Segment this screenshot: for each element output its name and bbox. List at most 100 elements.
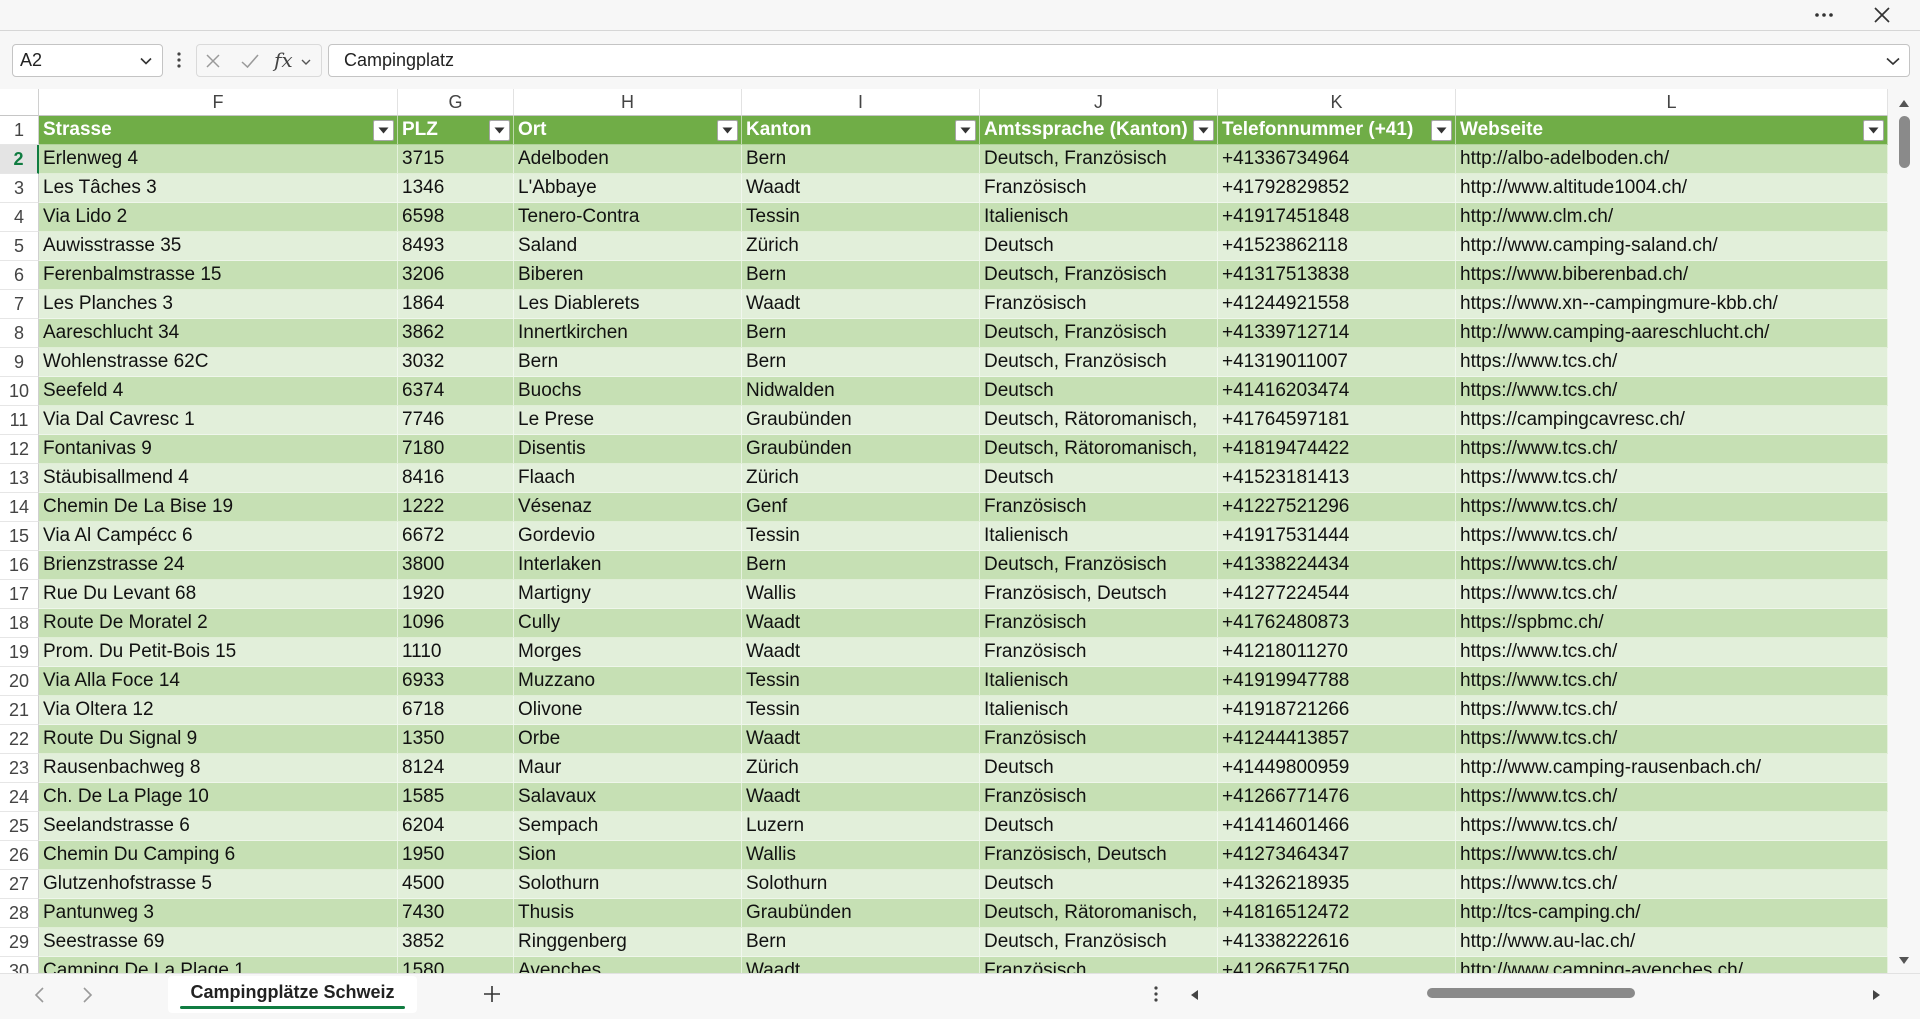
- row-header[interactable]: 7: [0, 290, 39, 319]
- cell-l23[interactable]: http://www.camping-rausenbach.ch/: [1456, 754, 1888, 783]
- cell-k17[interactable]: +41277224544: [1218, 580, 1456, 609]
- name-box[interactable]: A2: [12, 44, 163, 77]
- chevron-right-icon[interactable]: [79, 986, 95, 1004]
- cell-h3[interactable]: L'Abbaye: [514, 174, 742, 203]
- cell-g23[interactable]: 8124: [398, 754, 514, 783]
- table-header-cell[interactable]: Webseite: [1456, 116, 1888, 145]
- cell-i5[interactable]: Zürich: [742, 232, 980, 261]
- cell-f7[interactable]: Les Planches 3: [39, 290, 398, 319]
- cell-g16[interactable]: 3800: [398, 551, 514, 580]
- cell-j15[interactable]: Italienisch: [980, 522, 1218, 551]
- cell-h2[interactable]: Adelboden: [514, 145, 742, 174]
- checkmark-icon[interactable]: [240, 52, 260, 70]
- cell-f11[interactable]: Via Dal Cavresc 1: [39, 406, 398, 435]
- cell-l11[interactable]: https://campingcavresc.ch/: [1456, 406, 1888, 435]
- table-header-cell[interactable]: Kanton: [742, 116, 980, 145]
- cell-h16[interactable]: Interlaken: [514, 551, 742, 580]
- row-header[interactable]: 17: [0, 580, 39, 609]
- row-header[interactable]: 11: [0, 406, 39, 435]
- cell-l7[interactable]: https://www.xn--campingmure-kbb.ch/: [1456, 290, 1888, 319]
- row-header[interactable]: 21: [0, 696, 39, 725]
- cell-l10[interactable]: https://www.tcs.ch/: [1456, 377, 1888, 406]
- cell-g13[interactable]: 8416: [398, 464, 514, 493]
- cell-f14[interactable]: Chemin De La Bise 19: [39, 493, 398, 522]
- column-header-f[interactable]: F: [39, 89, 398, 116]
- cell-i29[interactable]: Bern: [742, 928, 980, 957]
- cell-h14[interactable]: Vésenaz: [514, 493, 742, 522]
- row-header[interactable]: 22: [0, 725, 39, 754]
- cell-l13[interactable]: https://www.tcs.ch/: [1456, 464, 1888, 493]
- cell-i11[interactable]: Graubünden: [742, 406, 980, 435]
- cell-l30[interactable]: http://www.camping-avenches.ch/: [1456, 957, 1888, 973]
- chevron-left-icon[interactable]: [32, 986, 48, 1004]
- cell-f5[interactable]: Auwisstrasse 35: [39, 232, 398, 261]
- more-horizontal-icon[interactable]: [1812, 3, 1836, 27]
- cell-k21[interactable]: +41918721266: [1218, 696, 1456, 725]
- cell-l17[interactable]: https://www.tcs.ch/: [1456, 580, 1888, 609]
- vertical-scroll-thumb[interactable]: [1899, 116, 1910, 168]
- cell-j8[interactable]: Deutsch, Französisch: [980, 319, 1218, 348]
- cell-k6[interactable]: +41317513838: [1218, 261, 1456, 290]
- cell-f27[interactable]: Glutzenhofstrasse 5: [39, 870, 398, 899]
- cell-h22[interactable]: Orbe: [514, 725, 742, 754]
- cell-k14[interactable]: +41227521296: [1218, 493, 1456, 522]
- cell-j12[interactable]: Deutsch, Rätoromanisch,: [980, 435, 1218, 464]
- cell-l25[interactable]: https://www.tcs.ch/: [1456, 812, 1888, 841]
- cell-j21[interactable]: Italienisch: [980, 696, 1218, 725]
- row-header[interactable]: 10: [0, 377, 39, 406]
- cell-i9[interactable]: Bern: [742, 348, 980, 377]
- cell-k15[interactable]: +41917531444: [1218, 522, 1456, 551]
- close-icon[interactable]: [1870, 3, 1894, 27]
- cell-k25[interactable]: +41414601466: [1218, 812, 1456, 841]
- row-header[interactable]: 26: [0, 841, 39, 870]
- cell-j3[interactable]: Französisch: [980, 174, 1218, 203]
- cell-i4[interactable]: Tessin: [742, 203, 980, 232]
- cell-k8[interactable]: +41339712714: [1218, 319, 1456, 348]
- cell-j2[interactable]: Deutsch, Französisch: [980, 145, 1218, 174]
- row-header[interactable]: 3: [0, 174, 39, 203]
- row-header[interactable]: 16: [0, 551, 39, 580]
- cell-g12[interactable]: 7180: [398, 435, 514, 464]
- cell-f9[interactable]: Wohlenstrasse 62C: [39, 348, 398, 377]
- cell-j23[interactable]: Deutsch: [980, 754, 1218, 783]
- cell-i2[interactable]: Bern: [742, 145, 980, 174]
- cell-f21[interactable]: Via Oltera 12: [39, 696, 398, 725]
- cell-h13[interactable]: Flaach: [514, 464, 742, 493]
- cell-f18[interactable]: Route De Moratel 2: [39, 609, 398, 638]
- cell-h6[interactable]: Biberen: [514, 261, 742, 290]
- cell-j28[interactable]: Deutsch, Rätoromanisch,: [980, 899, 1218, 928]
- cell-k5[interactable]: +41523862118: [1218, 232, 1456, 261]
- cell-f24[interactable]: Ch. De La Plage 10: [39, 783, 398, 812]
- cell-j14[interactable]: Französisch: [980, 493, 1218, 522]
- cell-f15[interactable]: Via Al Campécc 6: [39, 522, 398, 551]
- cell-f13[interactable]: Stäubisallmend 4: [39, 464, 398, 493]
- cell-l14[interactable]: https://www.tcs.ch/: [1456, 493, 1888, 522]
- cell-k29[interactable]: +41338222616: [1218, 928, 1456, 957]
- cell-j4[interactable]: Italienisch: [980, 203, 1218, 232]
- row-header[interactable]: 9: [0, 348, 39, 377]
- cell-k22[interactable]: +41244413857: [1218, 725, 1456, 754]
- spreadsheet-grid[interactable]: F G H I J K L 1 Strasse PLZ Ort Kanton Amtssprache (…: [0, 89, 1888, 973]
- cell-i8[interactable]: Bern: [742, 319, 980, 348]
- cell-l29[interactable]: http://www.au-lac.ch/: [1456, 928, 1888, 957]
- cell-h11[interactable]: Le Prese: [514, 406, 742, 435]
- row-header[interactable]: 6: [0, 261, 39, 290]
- column-header-l[interactable]: L: [1456, 89, 1888, 116]
- cell-k7[interactable]: +41244921558: [1218, 290, 1456, 319]
- cell-j5[interactable]: Deutsch: [980, 232, 1218, 261]
- cell-f28[interactable]: Pantunweg 3: [39, 899, 398, 928]
- cell-h21[interactable]: Olivone: [514, 696, 742, 725]
- cell-j9[interactable]: Deutsch, Französisch: [980, 348, 1218, 377]
- cell-g2[interactable]: 3715: [398, 145, 514, 174]
- cell-h12[interactable]: Disentis: [514, 435, 742, 464]
- cell-k18[interactable]: +41762480873: [1218, 609, 1456, 638]
- cell-i14[interactable]: Genf: [742, 493, 980, 522]
- cell-j10[interactable]: Deutsch: [980, 377, 1218, 406]
- cell-i26[interactable]: Wallis: [742, 841, 980, 870]
- cell-g15[interactable]: 6672: [398, 522, 514, 551]
- cell-l12[interactable]: https://www.tcs.ch/: [1456, 435, 1888, 464]
- filter-dropdown-button[interactable]: [373, 120, 394, 141]
- cell-h27[interactable]: Solothurn: [514, 870, 742, 899]
- cell-i21[interactable]: Tessin: [742, 696, 980, 725]
- cell-j13[interactable]: Deutsch: [980, 464, 1218, 493]
